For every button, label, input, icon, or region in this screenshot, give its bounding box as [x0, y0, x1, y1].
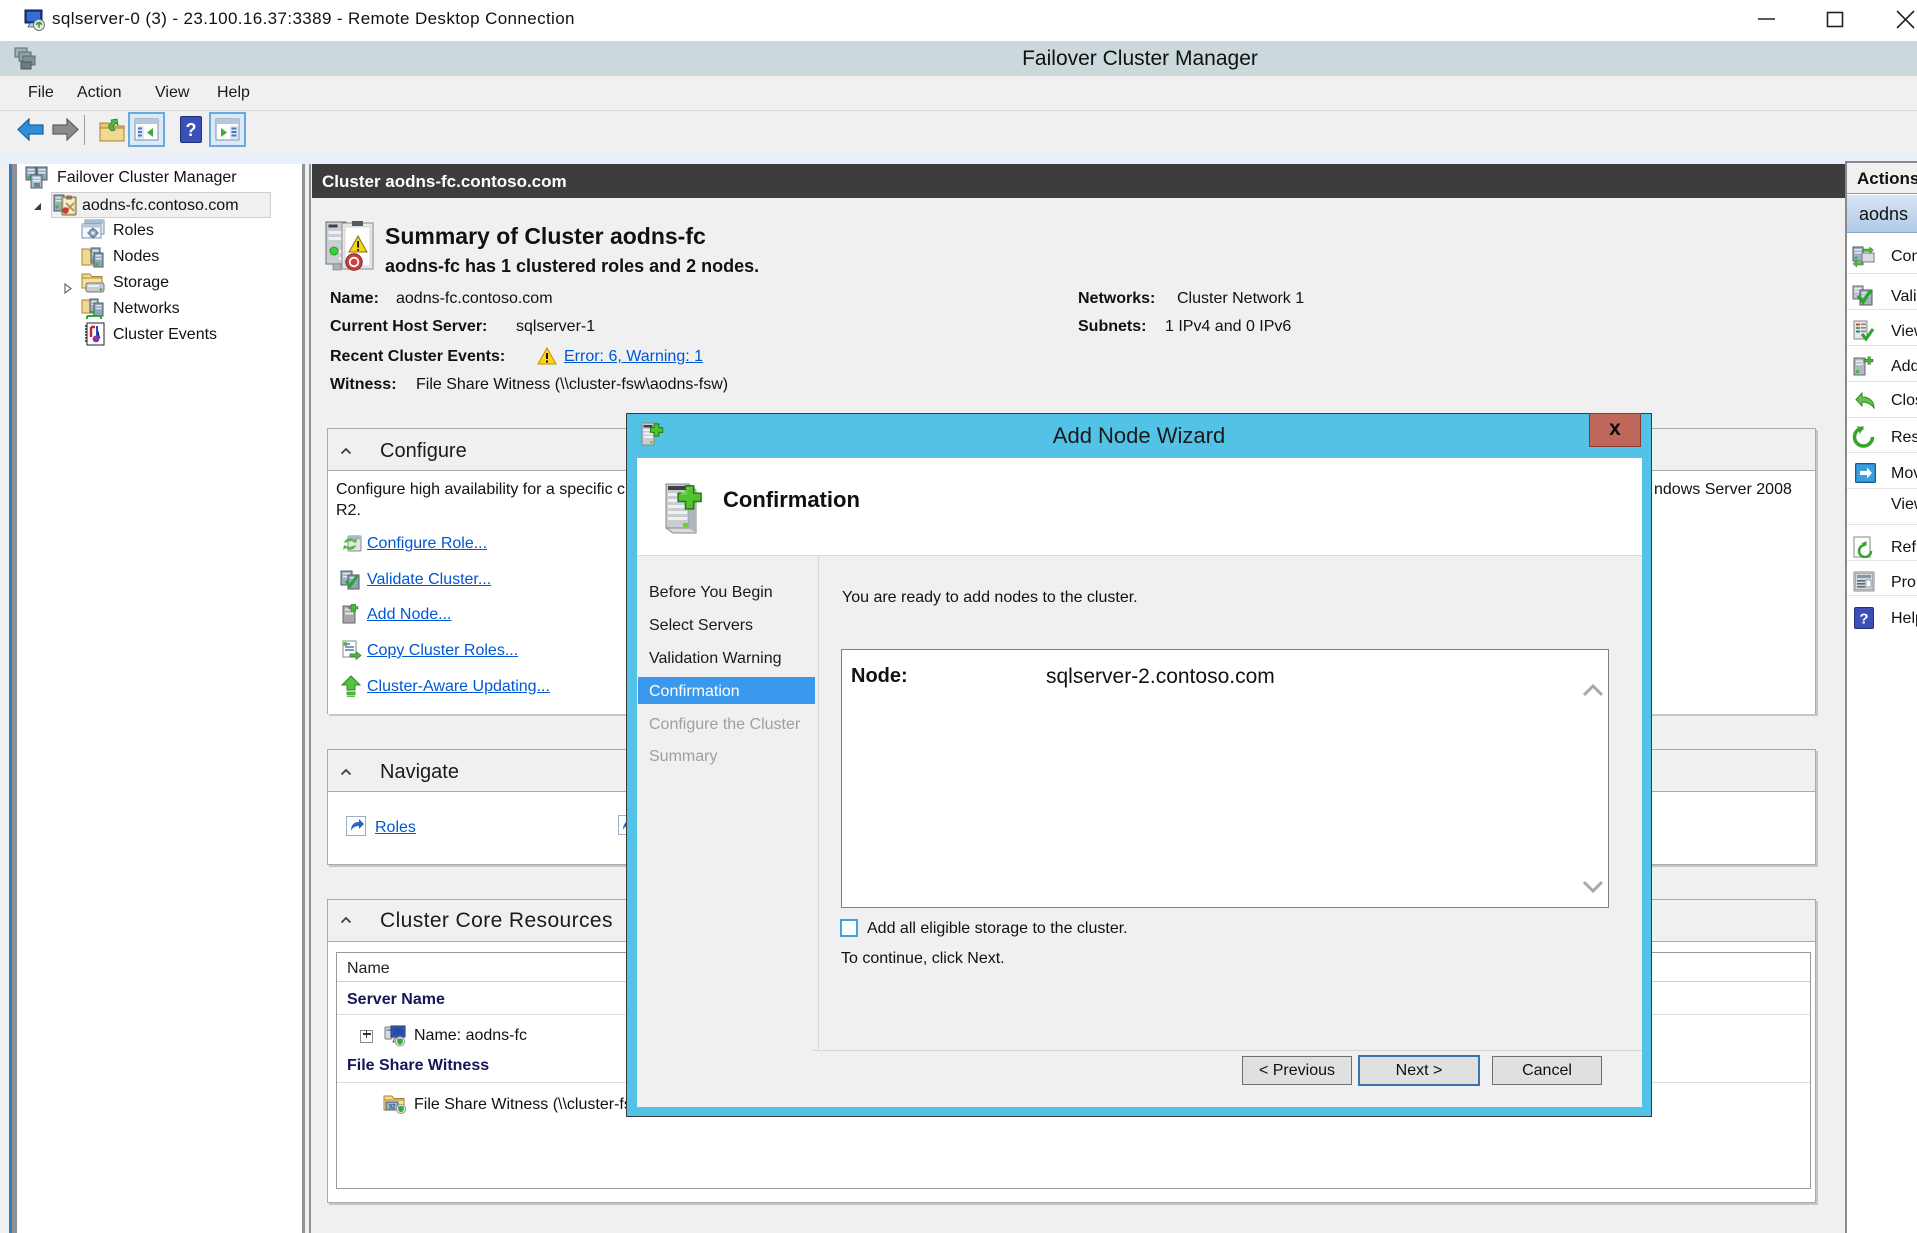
- svg-text:?: ?: [1859, 611, 1868, 628]
- svg-text:32: 32: [389, 1105, 396, 1111]
- svg-text:?: ?: [186, 120, 197, 140]
